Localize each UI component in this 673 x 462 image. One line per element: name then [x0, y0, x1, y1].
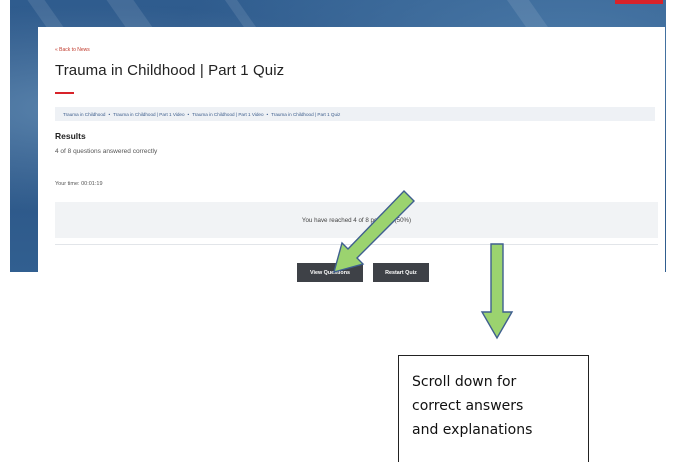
scroll-down-note: Scroll down for correct answers and expl… [398, 355, 589, 462]
results-heading: Results [55, 131, 86, 141]
breadcrumb-item[interactable]: Trauma in Childhood | Part 1 Video [113, 112, 184, 117]
breadcrumb-item[interactable]: Trauma in Childhood | Part 1 Video [192, 112, 263, 117]
breadcrumb-separator: • [187, 111, 190, 117]
view-questions-button[interactable]: View Questions [297, 263, 363, 282]
breadcrumb-separator: • [266, 111, 269, 117]
points-result-text: You have reached 4 of 8 point(s), (50%) [301, 216, 412, 224]
breadcrumb-item-current[interactable]: Trauma in Childhood | Part 1 Quiz [271, 112, 340, 117]
back-to-news-link[interactable]: « Back to News [55, 47, 90, 53]
note-line: Scroll down for [412, 374, 517, 390]
breadcrumb: Trauma in Childhood • Trauma in Childhoo… [55, 107, 655, 121]
breadcrumb-item[interactable]: Trauma in Childhood [63, 112, 105, 117]
breadcrumb-separator: • [108, 111, 111, 117]
time-taken: Your time: 00:01:19 [55, 181, 103, 187]
quiz-results-card: « Back to News Trauma in Childhood | Par… [38, 27, 665, 293]
header-red-tab[interactable] [615, 0, 663, 4]
note-line: and explanations [412, 422, 533, 438]
page-title: Trauma in Childhood | Part 1 Quiz [55, 62, 285, 79]
card-divider [55, 244, 658, 245]
points-result-box: You have reached 4 of 8 point(s), (50%) [55, 202, 658, 238]
note-line: correct answers [412, 398, 524, 414]
score-summary: 4 of 8 questions answered correctly [55, 148, 158, 155]
screenshot-stage: « Back to News Trauma in Childhood | Par… [0, 0, 673, 462]
restart-quiz-button[interactable]: Restart Quiz [373, 263, 429, 282]
title-underline [55, 92, 74, 94]
